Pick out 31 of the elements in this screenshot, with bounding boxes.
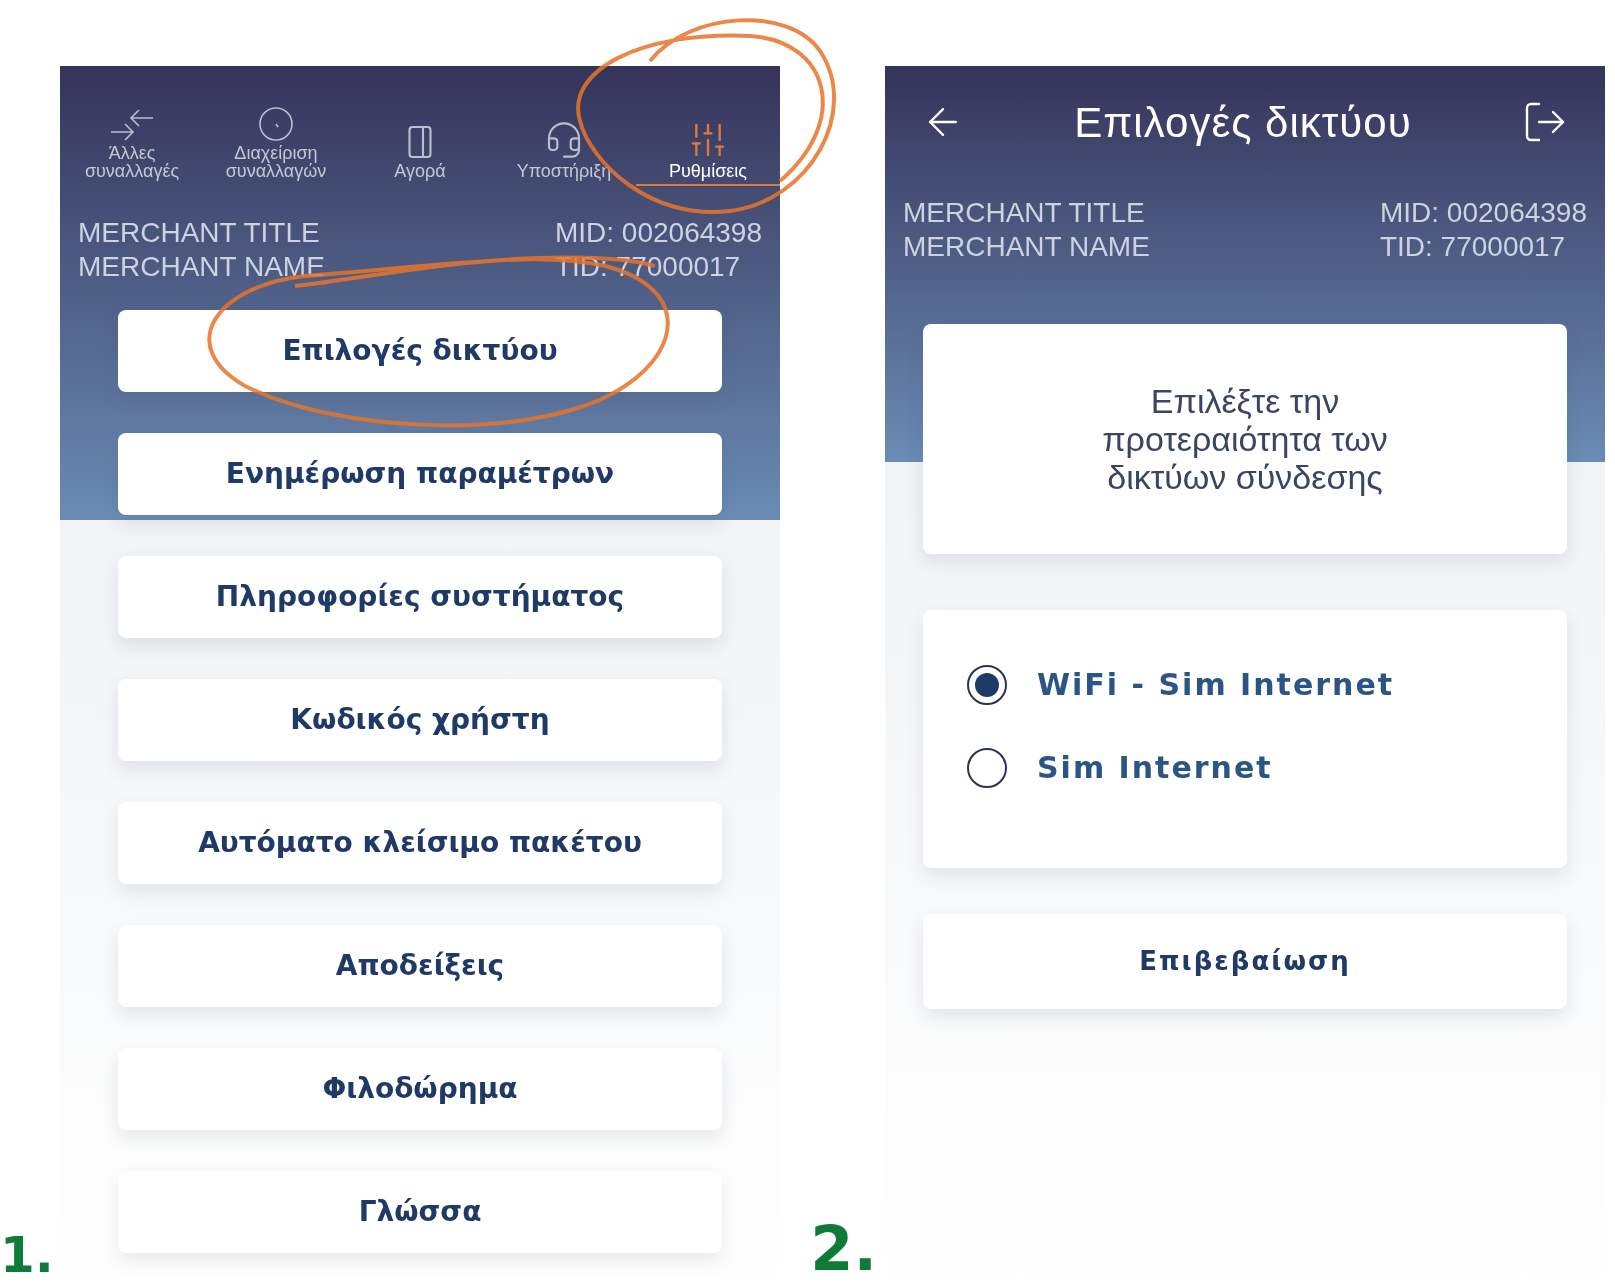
screen-number: 2. [810,1218,877,1280]
merchant-id: MID: 002064398 [554,216,762,250]
screen-title: Επιλογές δικτύου [1074,97,1412,148]
screen-number: 1. [0,1230,54,1280]
nav-tab[interactable]: Άλλες συναλλαγές [60,92,204,186]
option-label[interactable]: WiFi - Sim Internet [1037,662,1395,707]
menu-button[interactable]: Κωδικός χρήστη [118,679,722,761]
radio-button[interactable] [967,747,1007,788]
clock-icon [258,106,294,142]
radio-button[interactable] [967,664,1007,705]
merchant-name: MERCHANT NAME [78,250,325,284]
menu-button[interactable]: Αυτόματο κλείσιμο πακέτου [118,802,722,884]
menu-button[interactable]: Ενημέρωση παραμέτρων [118,433,722,515]
option-label[interactable]: Sim Internet [1037,745,1273,790]
nav-tab[interactable]: Αγορά [348,92,492,186]
merchant-title: MERCHANT TITLE [78,216,321,250]
nav-tab[interactable]: Ρυθμίσεις [636,92,780,186]
nav-tab[interactable]: Διαχείριση συναλλαγών [204,92,348,186]
merchant-name: MERCHANT NAME [903,230,1150,264]
menu-button[interactable]: Γλώσσα [118,1171,722,1253]
confirm-button[interactable]: Επιβεβαίωση [923,914,1567,1009]
menu-button[interactable]: Φιλοδώρημα [118,1048,722,1130]
menu-button[interactable]: Επιλογές δικτύου [118,310,722,392]
terminal-id: TID: 77000017 [1379,230,1567,264]
menu-button[interactable]: Πληροφορίες συστήματος [118,556,722,638]
arrows-icon [109,108,155,142]
nav-tab[interactable]: Υποστήριξη [492,92,636,186]
prompt-text: Επιλέξτε την προτεραιότητα των δικτύων σύνδεσης [1101,382,1389,496]
merchant-id: MID: 002064398 [1379,196,1587,230]
menu-button[interactable]: Αποδείξεις [118,925,722,1007]
merchant-title: MERCHANT TITLE [903,196,1146,230]
